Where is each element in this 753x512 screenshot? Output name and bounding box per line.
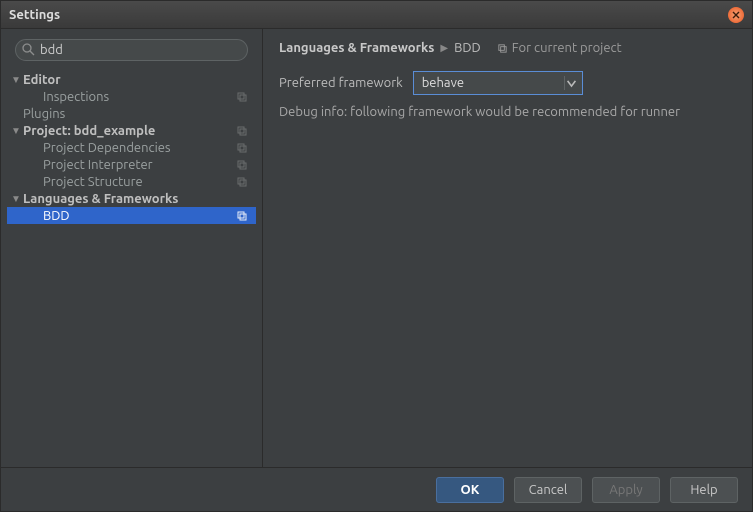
tree-inspections[interactable]: Inspections <box>7 88 256 105</box>
chevron-down-icon: ▼ <box>11 193 21 205</box>
tree-project[interactable]: ▼ Project: bdd_example <box>7 122 256 139</box>
titlebar: Settings <box>1 1 752 29</box>
copy-icon <box>236 91 248 103</box>
chevron-down-icon: ▼ <box>11 125 21 137</box>
chevron-down-icon: ▼ <box>11 74 21 86</box>
copy-icon <box>236 210 248 222</box>
settings-window: Settings ▼ Editor Inspections <box>0 0 753 512</box>
chevron-down-icon <box>564 76 578 90</box>
preferred-framework-label: Preferred framework <box>279 76 403 90</box>
search-icon <box>21 42 35 56</box>
breadcrumb-page: BDD <box>454 41 481 55</box>
ok-button[interactable]: OK <box>436 477 504 503</box>
preferred-framework-select[interactable]: behave <box>413 71 583 95</box>
tree-label: Project: bdd_example <box>23 124 236 138</box>
chevron-right-icon: ▶ <box>440 42 448 54</box>
tree-lang-frameworks[interactable]: ▼ Languages & Frameworks <box>7 190 256 207</box>
copy-icon <box>236 159 248 171</box>
scope-text: For current project <box>512 41 622 55</box>
copy-icon <box>236 142 248 154</box>
apply-button[interactable]: Apply <box>592 477 660 503</box>
close-icon[interactable] <box>728 7 744 23</box>
tree-label: Project Interpreter <box>43 158 236 172</box>
breadcrumb: Languages & Frameworks ▶ BDD For current… <box>279 41 736 55</box>
tree-label: Languages & Frameworks <box>23 192 248 206</box>
debug-info: Debug info: following framework would be… <box>279 105 736 119</box>
scope-label: For current project <box>497 41 622 55</box>
tree-project-struct[interactable]: Project Structure <box>7 173 256 190</box>
tree-label: Project Dependencies <box>43 141 236 155</box>
main-panel: Languages & Frameworks ▶ BDD For current… <box>263 29 752 467</box>
copy-icon <box>236 125 248 137</box>
copy-icon <box>236 176 248 188</box>
preferred-framework-row: Preferred framework behave <box>279 71 736 95</box>
sidebar: ▼ Editor Inspections Plugins ▼ Project: … <box>1 29 263 467</box>
breadcrumb-group: Languages & Frameworks <box>279 41 434 55</box>
footer: OK Cancel Apply Help <box>1 467 752 511</box>
copy-icon <box>497 43 508 54</box>
tree-project-deps[interactable]: Project Dependencies <box>7 139 256 156</box>
tree-label: Inspections <box>43 90 236 104</box>
cancel-button[interactable]: Cancel <box>514 477 582 503</box>
tree-label: Plugins <box>23 107 248 121</box>
search-box <box>15 39 248 61</box>
tree-label: Editor <box>23 73 248 87</box>
select-value: behave <box>422 76 464 90</box>
help-button[interactable]: Help <box>670 477 738 503</box>
tree-editor[interactable]: ▼ Editor <box>7 71 256 88</box>
window-title: Settings <box>9 8 728 22</box>
tree-plugins[interactable]: Plugins <box>7 105 256 122</box>
settings-tree: ▼ Editor Inspections Plugins ▼ Project: … <box>7 71 256 457</box>
body: ▼ Editor Inspections Plugins ▼ Project: … <box>1 29 752 467</box>
tree-project-interp[interactable]: Project Interpreter <box>7 156 256 173</box>
search-input[interactable] <box>15 39 248 61</box>
tree-label: Project Structure <box>43 175 236 189</box>
tree-label: BDD <box>43 209 236 223</box>
tree-bdd[interactable]: BDD <box>7 207 256 224</box>
